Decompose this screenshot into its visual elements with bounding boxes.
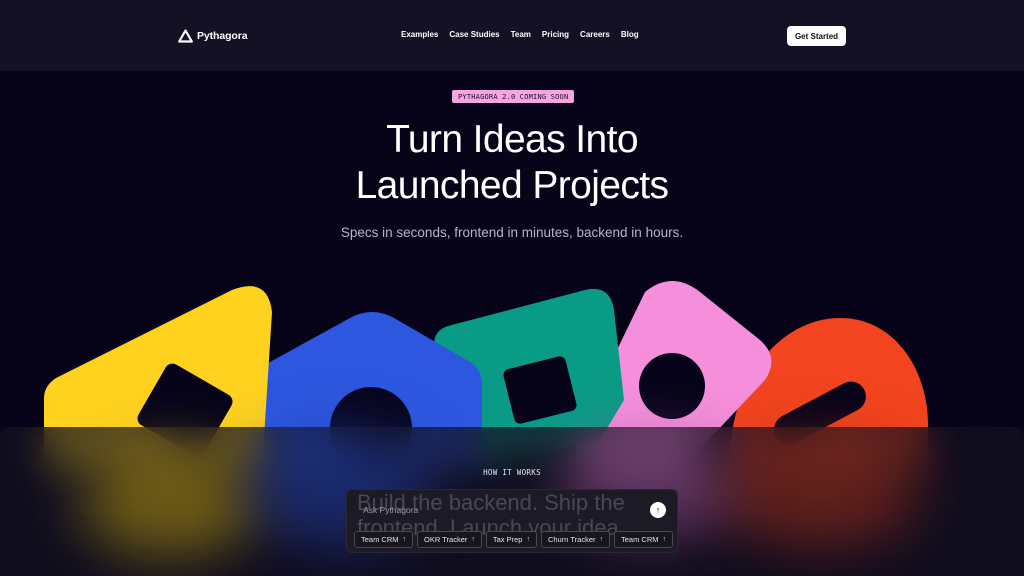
chip-churn-tracker[interactable]: Churn Tracker ↑: [540, 531, 610, 548]
arrow-up-icon: ↑: [526, 536, 530, 543]
yellow-glow: [80, 447, 260, 557]
nav-link-examples[interactable]: Examples: [401, 30, 438, 39]
chip-label: Team CRM: [621, 535, 659, 544]
nav-link-careers[interactable]: Careers: [580, 30, 610, 39]
chip-team-crm[interactable]: Team CRM ↑: [354, 531, 414, 548]
chip-label: Team CRM: [361, 535, 399, 544]
chip-okr-tracker[interactable]: OKR Tracker ↑: [417, 531, 482, 548]
nav-link-blog[interactable]: Blog: [621, 30, 639, 39]
chip-label: Churn Tracker: [547, 535, 596, 544]
arrow-up-icon: ↑: [471, 536, 475, 543]
headline-line-2: Launched Projects: [355, 164, 669, 207]
triangle-logo-icon: [178, 29, 193, 43]
nav-link-team[interactable]: Team: [511, 30, 531, 39]
top-nav: Pythagora Examples Case Studies Team Pri…: [0, 0, 1024, 71]
nav-link-case-studies[interactable]: Case Studies: [449, 30, 499, 39]
coming-soon-badge[interactable]: PYTHAGORA 2.0 COMING SOON: [452, 90, 575, 103]
arrow-up-icon: ↑: [662, 536, 667, 543]
arrow-up-icon: ↑: [655, 505, 661, 515]
chip-tax-prep[interactable]: Tax Prep ↑: [485, 531, 537, 548]
chip-label: OKR Tracker: [424, 535, 468, 544]
brand-name: Pythagora: [197, 30, 248, 42]
red-glow: [720, 437, 920, 547]
send-button[interactable]: ↑: [650, 502, 666, 518]
headline-line-1: Turn Ideas Into: [386, 118, 638, 161]
example-chips: Team CRM ↑ OKR Tracker ↑ Tax Prep ↑ Chur…: [354, 531, 674, 548]
chip-label: Tax Prep: [492, 535, 523, 544]
nav-link-pricing[interactable]: Pricing: [542, 30, 569, 39]
arrow-up-icon: ↑: [599, 536, 604, 543]
brand-logo[interactable]: Pythagora: [178, 27, 248, 45]
get-started-button[interactable]: Get Started: [787, 26, 846, 46]
hero-subheadline: Specs in seconds, frontend in minutes, b…: [340, 225, 684, 240]
how-it-works-label: HOW IT WORKS: [483, 468, 541, 477]
ask-input[interactable]: Ask Pythagora: [363, 505, 418, 515]
arrow-up-icon: ↑: [402, 536, 407, 543]
hero-headline: Turn Ideas Into Launched Projects: [0, 117, 1024, 209]
chip-team-crm-2[interactable]: Team CRM ↑: [614, 531, 674, 548]
nav-links: Examples Case Studies Team Pricing Caree…: [401, 30, 639, 39]
